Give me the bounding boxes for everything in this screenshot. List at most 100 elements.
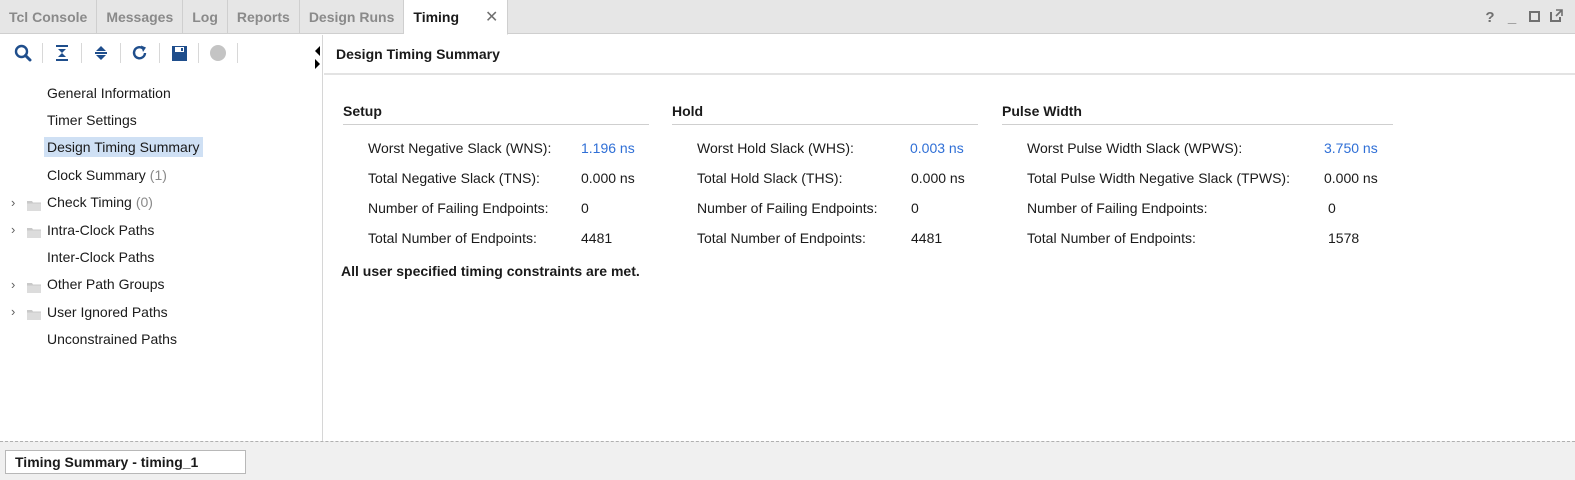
metric-value: 4481 [581, 230, 613, 246]
setup-total-endpoints-row: Total Number of Endpoints: 4481 [343, 230, 649, 250]
toolbar-divider [120, 43, 121, 63]
tab-label: Messages [106, 9, 174, 25]
ths-row: Total Hold Slack (THS): 0.000 ns [672, 170, 978, 190]
item-count: (1) [149, 166, 167, 183]
hold-section: Hold [672, 103, 978, 125]
pulse-total-endpoints-row: Total Number of Endpoints: 1578 [1002, 230, 1393, 250]
metric-label: Total Number of Endpoints: [1027, 230, 1196, 246]
tab-label: Design Runs [308, 9, 395, 25]
save-icon[interactable] [168, 42, 190, 64]
metric-value: 0.000 ns [581, 170, 635, 186]
tree-item-intra-clock-paths[interactable]: › Intra-Clock Paths [0, 216, 322, 243]
whs-value-link[interactable]: 0.003 ns [910, 140, 964, 156]
collapse-all-icon[interactable] [51, 42, 73, 64]
metric-value: 0 [1328, 200, 1336, 216]
pulse-width-section: Pulse Width [1002, 103, 1393, 125]
wns-value-link[interactable]: 1.196 ns [581, 140, 635, 156]
tab-design-runs[interactable]: Design Runs [300, 0, 405, 34]
metric-value: 4481 [911, 230, 943, 246]
tree-item-label: Check Timing (0) [47, 194, 153, 211]
nav-toolbar [0, 35, 322, 71]
tree-item-label: Other Path Groups [47, 276, 165, 293]
tree-item-clock-summary[interactable]: Clock Summary (1) [0, 161, 322, 188]
page-title: Design Timing Summary [324, 35, 1575, 75]
tree-item-unconstrained-paths[interactable]: Unconstrained Paths [0, 326, 322, 353]
float-icon[interactable] [1549, 8, 1563, 26]
metric-value: 1578 [1328, 230, 1360, 246]
timing-report-tree: General Information Timer Settings Desig… [0, 79, 322, 353]
metric-value: 0 [911, 200, 919, 216]
metric-label: Total Negative Slack (TNS): [368, 170, 540, 186]
tab-reports[interactable]: Reports [228, 0, 300, 34]
tree-item-inter-clock-paths[interactable]: Inter-Clock Paths [0, 243, 322, 270]
tree-item-label: General Information [47, 84, 171, 101]
tree-item-design-timing-summary[interactable]: Design Timing Summary [0, 134, 322, 161]
maximize-icon[interactable] [1527, 9, 1541, 26]
tree-item-check-timing[interactable]: › Check Timing (0) [0, 189, 322, 216]
help-icon[interactable]: ? [1483, 9, 1497, 26]
tns-row: Total Negative Slack (TNS): 0.000 ns [343, 170, 649, 190]
stop-icon [207, 42, 229, 64]
metric-label: Worst Pulse Width Slack (WPWS): [1027, 140, 1243, 156]
folder-icon [27, 225, 41, 241]
chevron-right-icon[interactable]: › [11, 277, 21, 292]
refresh-icon[interactable] [129, 42, 151, 64]
toolbar-divider [159, 43, 160, 63]
tab-tcl-console[interactable]: Tcl Console [0, 0, 98, 34]
metric-label: Worst Negative Slack (WNS): [368, 140, 552, 156]
toolbar-divider [237, 43, 238, 63]
chevron-right-icon[interactable]: › [11, 195, 21, 210]
section-title-hold: Hold [672, 103, 978, 125]
tree-item-label: Clock Summary (1) [47, 166, 167, 183]
toolbar-divider [198, 43, 199, 63]
tab-log[interactable]: Log [183, 0, 228, 34]
timing-summary-pane: Design Timing Summary Setup Worst Negati… [324, 35, 1575, 441]
whs-row: Worst Hold Slack (WHS): 0.003 ns [672, 140, 978, 160]
hold-total-endpoints-row: Total Number of Endpoints: 4481 [672, 230, 978, 250]
metric-label: Number of Failing Endpoints: [368, 200, 549, 216]
pane-collapse-toggle[interactable] [312, 45, 322, 79]
metric-value: 0 [581, 200, 589, 216]
wns-row: Worst Negative Slack (WNS): 1.196 ns [343, 140, 649, 160]
tree-item-timer-settings[interactable]: Timer Settings [0, 106, 322, 133]
chevron-right-icon[interactable]: › [11, 304, 21, 319]
tab-label: Log [192, 9, 218, 25]
tab-label: Tcl Console [9, 9, 88, 25]
tree-item-label: Timer Settings [47, 112, 137, 129]
metric-label: Worst Hold Slack (WHS): [697, 140, 854, 156]
expand-all-icon[interactable] [90, 42, 112, 64]
toolbar-divider [42, 43, 43, 63]
setup-section: Setup [343, 103, 649, 125]
search-icon[interactable] [12, 42, 34, 64]
tab-messages[interactable]: Messages [97, 0, 184, 34]
tree-item-label: Inter-Clock Paths [47, 249, 155, 266]
metric-label: Number of Failing Endpoints: [697, 200, 878, 216]
wpws-row: Worst Pulse Width Slack (WPWS): 3.750 ns [1002, 140, 1393, 160]
setup-failing-endpoints-row: Number of Failing Endpoints: 0 [343, 200, 649, 220]
chevron-right-icon[interactable]: › [11, 222, 21, 237]
report-tab-timing-summary[interactable]: Timing Summary - timing_1 [5, 450, 246, 474]
folder-icon [27, 280, 41, 296]
close-tab-icon[interactable]: ✕ [485, 7, 498, 27]
metric-label: Number of Failing Endpoints: [1027, 200, 1208, 216]
wpws-value-link[interactable]: 3.750 ns [1324, 140, 1378, 156]
item-count: (0) [135, 194, 153, 211]
metric-label: Total Number of Endpoints: [368, 230, 537, 246]
metric-label: Total Hold Slack (THS): [697, 170, 843, 186]
folder-icon [27, 307, 41, 323]
tab-timing[interactable]: Timing ✕ [404, 0, 509, 35]
section-title-pulse-width: Pulse Width [1002, 103, 1393, 125]
tab-label: Timing [413, 9, 460, 25]
tree-item-general-information[interactable]: General Information [0, 79, 322, 106]
minimize-icon[interactable]: _ [1505, 9, 1519, 26]
tree-item-other-path-groups[interactable]: › Other Path Groups [0, 271, 322, 298]
window-controls: ? _ [1483, 0, 1563, 34]
metric-value: 0.000 ns [911, 170, 965, 186]
tree-item-label: User Ignored Paths [47, 303, 168, 320]
navigation-pane: General Information Timer Settings Desig… [0, 35, 323, 441]
metric-label: Total Pulse Width Negative Slack (TPWS): [1027, 170, 1290, 186]
constraints-status-message: All user specified timing constraints ar… [341, 263, 640, 279]
metric-label: Total Number of Endpoints: [697, 230, 866, 246]
tree-item-user-ignored-paths[interactable]: › User Ignored Paths [0, 298, 322, 325]
panel-tab-bar: Tcl Console Messages Log Reports Design … [0, 0, 1575, 35]
